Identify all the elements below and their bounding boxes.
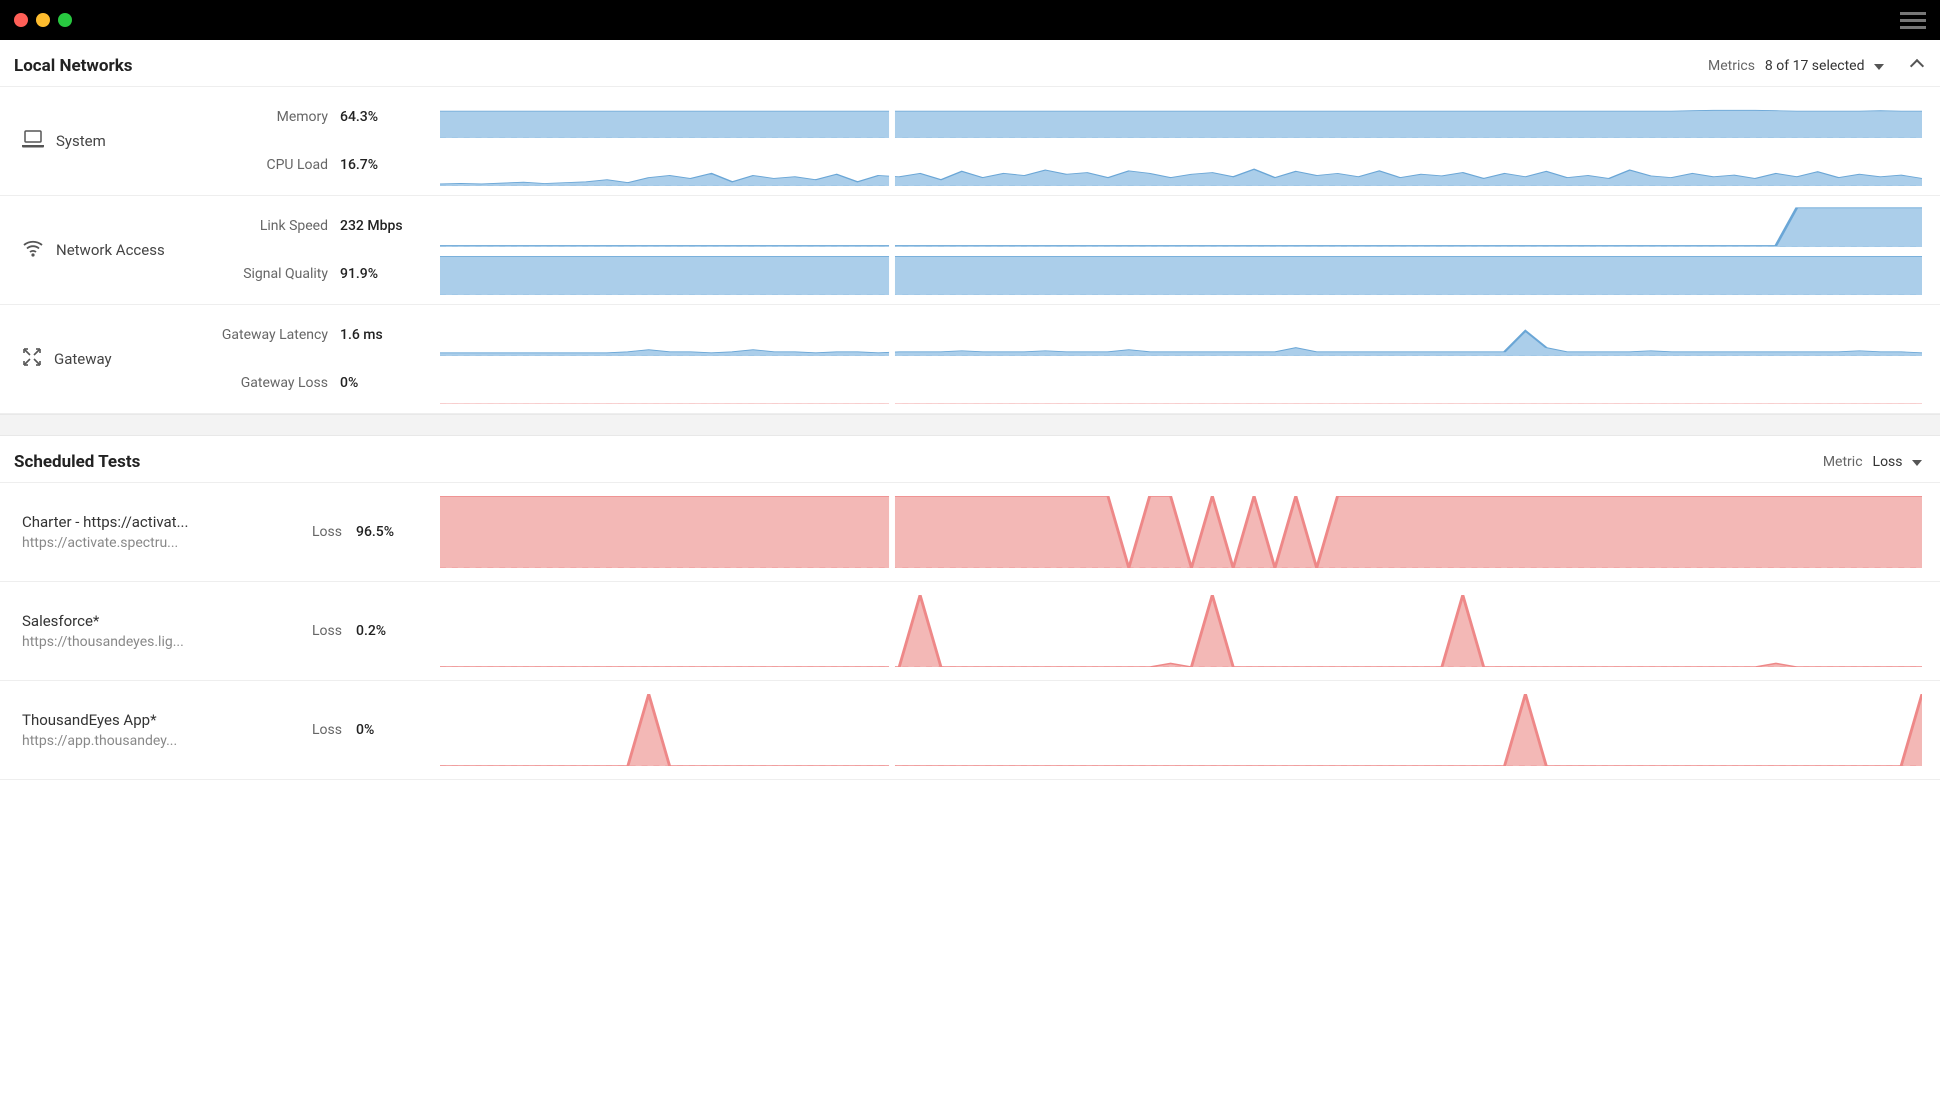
panel-divider [0,414,1940,436]
metric-name-signal: Signal Quality [200,266,340,282]
test-name: Salesforce* [22,612,292,630]
test-metric-value: 0% [356,722,416,738]
metric-value-memory: 64.3% [340,109,425,125]
minimize-window-button[interactable] [36,13,50,27]
close-window-button[interactable] [14,13,28,27]
category-name-system: System [56,132,106,150]
wifi-icon [22,239,44,261]
sparkline-signal[interactable] [440,253,1922,295]
metric-name-gwloss: Gateway Loss [200,375,340,391]
metrics-selector[interactable]: 8 of 17 selected [1765,58,1884,74]
metric-name-memory: Memory [200,109,340,125]
scheduled-tests-title: Scheduled Tests [14,452,140,472]
sparkline-linkspeed[interactable] [440,205,1922,247]
hamburger-menu-button[interactable] [1900,12,1926,29]
local-networks-title: Local Networks [14,56,133,76]
metric-value-gwlatency: 1.6 ms [340,327,425,343]
test-name: ThousandEyes App* [22,711,292,729]
test-metric-name: Loss [292,524,342,540]
caret-down-icon [1874,64,1884,70]
test-row-salesforce[interactable]: Salesforce* https://thousandeyes.lig... … [0,582,1940,681]
sparkline-memory[interactable] [440,96,1922,138]
test-metric-value: 96.5% [356,524,416,540]
window-titlebar [0,0,1940,40]
metric-name-cpu: CPU Load [200,157,340,173]
category-name-gateway: Gateway [54,350,112,368]
sparkline-cpu[interactable] [440,144,1922,186]
sparkline-thousandeyes-loss[interactable] [440,694,1922,766]
metric-value-gwloss: 0% [340,375,425,391]
metric-value-signal: 91.9% [340,266,425,282]
test-metric-label: Metric [1823,454,1863,470]
test-url: https://app.thousandey... [22,733,292,749]
test-metric-name: Loss [292,722,342,738]
gateway-icon [22,347,42,371]
category-row-network: Network Access Link Speed 232 Mbps Signa… [0,196,1940,305]
category-row-gateway: Gateway Gateway Latency 1.6 ms Gateway L… [0,305,1940,414]
laptop-icon [22,130,44,152]
test-metric-value: 0.2% [356,623,416,639]
category-name-network: Network Access [56,241,165,259]
sparkline-gwloss[interactable] [440,362,1922,404]
category-row-system: System Memory 64.3% CPU Load 16.7% [0,87,1940,196]
sparkline-charter-loss[interactable] [440,496,1922,568]
local-networks-header: Local Networks Metrics 8 of 17 selected [0,40,1940,87]
test-url: https://activate.spectru... [22,535,292,551]
test-metric-name: Loss [292,623,342,639]
maximize-window-button[interactable] [58,13,72,27]
test-row-charter[interactable]: Charter - https://activat... https://act… [0,483,1940,582]
metric-value-cpu: 16.7% [340,157,425,173]
test-metric-value: Loss [1873,454,1903,470]
metric-name-linkspeed: Link Speed [200,218,340,234]
caret-down-icon [1912,460,1922,466]
sparkline-gwlatency[interactable] [440,314,1922,356]
metric-name-gwlatency: Gateway Latency [200,327,340,343]
traffic-lights [14,13,72,27]
test-name: Charter - https://activat... [22,513,292,531]
scheduled-tests-header: Scheduled Tests Metric Loss [0,436,1940,483]
metric-value-linkspeed: 232 Mbps [340,218,425,234]
test-metric-selector[interactable]: Loss [1873,454,1922,470]
metrics-selector-value: 8 of 17 selected [1765,58,1865,74]
metrics-selector-label: Metrics [1708,58,1755,74]
test-url: https://thousandeyes.lig... [22,634,292,650]
sparkline-salesforce-loss[interactable] [440,595,1922,667]
collapse-panel-button[interactable] [1910,59,1924,73]
test-row-thousandeyes[interactable]: ThousandEyes App* https://app.thousandey… [0,681,1940,780]
